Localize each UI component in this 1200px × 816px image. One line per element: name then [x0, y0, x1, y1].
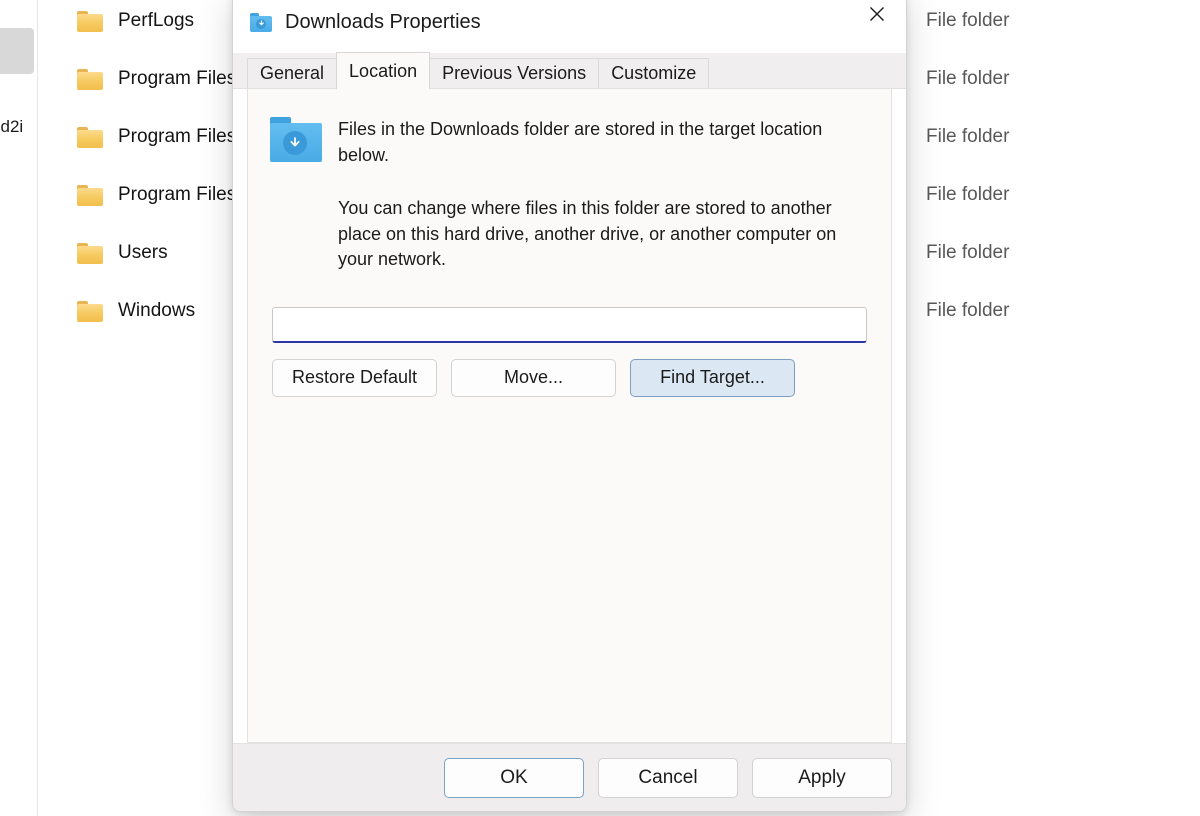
- downloads-folder-icon: [270, 117, 322, 162]
- close-button[interactable]: [848, 0, 906, 37]
- button-label: OK: [500, 766, 528, 788]
- tab-label: Previous Versions: [442, 63, 587, 83]
- dialog-footer: OK Cancel Apply: [233, 743, 906, 811]
- button-label: Restore Default: [291, 367, 418, 388]
- folder-icon: [77, 242, 103, 264]
- tab-previous-versions[interactable]: Previous Versions: [429, 58, 600, 88]
- tab-label: Location: [349, 60, 418, 81]
- apply-button[interactable]: Apply: [752, 757, 892, 798]
- button-label: Cancel: [638, 766, 698, 788]
- file-name: Windows: [118, 300, 196, 321]
- folder-icon: [77, 68, 103, 90]
- folder-icon: [77, 300, 103, 322]
- tab-general[interactable]: General: [247, 58, 338, 88]
- dialog-title: Downloads Properties: [285, 10, 481, 33]
- dialog-titlebar: Downloads Properties: [233, 0, 906, 53]
- folder-icon: [77, 184, 103, 206]
- file-name: Program Files: [118, 68, 237, 89]
- folder-icon: [77, 126, 103, 148]
- tab-label: Customize: [611, 63, 697, 83]
- nav-clipped-label: sd2i: [0, 117, 24, 136]
- ok-button[interactable]: OK: [444, 757, 584, 798]
- location-paragraph-2: You can change where files in this folde…: [338, 198, 837, 270]
- file-name: PerfLogs: [118, 10, 195, 31]
- find-target-button[interactable]: Find Target...: [630, 358, 795, 397]
- folder-icon: [77, 10, 103, 32]
- location-paragraph-1: Files in the Downloads folder are stored…: [338, 119, 823, 165]
- properties-dialog: Downloads Properties General Location Pr…: [232, 0, 907, 812]
- file-name: Users: [118, 242, 168, 263]
- file-type: File folder: [926, 68, 1010, 89]
- path-input-wrapper: [272, 306, 867, 343]
- restore-default-button[interactable]: Restore Default: [272, 358, 437, 397]
- location-action-buttons: Restore Default Move... Find Target...: [272, 358, 867, 397]
- button-label: Find Target...: [660, 367, 765, 388]
- tab-strip[interactable]: General Location Previous Versions Custo…: [233, 52, 906, 89]
- tab-customize[interactable]: Customize: [598, 58, 710, 88]
- target-path-input[interactable]: [272, 306, 867, 343]
- downloads-folder-icon: [250, 12, 272, 32]
- file-type: File folder: [926, 300, 1010, 321]
- move-button[interactable]: Move...: [451, 358, 616, 397]
- tab-location[interactable]: Location: [336, 52, 431, 89]
- tab-label: General: [260, 63, 325, 83]
- navigation-pane[interactable]: sd2i: [0, 0, 38, 816]
- file-type: File folder: [926, 10, 1010, 31]
- button-label: Apply: [798, 766, 846, 788]
- file-type: File folder: [926, 242, 1010, 263]
- cancel-button[interactable]: Cancel: [598, 757, 738, 798]
- download-arrow-icon: [258, 20, 264, 26]
- file-type: File folder: [926, 184, 1010, 205]
- nav-selected-item[interactable]: [0, 28, 34, 74]
- file-name: Program Files: [118, 184, 237, 205]
- close-icon: [870, 7, 884, 21]
- location-info-block: Files in the Downloads folder are stored…: [248, 89, 891, 273]
- button-label: Move...: [503, 367, 564, 388]
- location-tab-panel: Files in the Downloads folder are stored…: [247, 89, 892, 743]
- download-arrow-icon: [290, 137, 300, 147]
- file-type: File folder: [926, 126, 1010, 147]
